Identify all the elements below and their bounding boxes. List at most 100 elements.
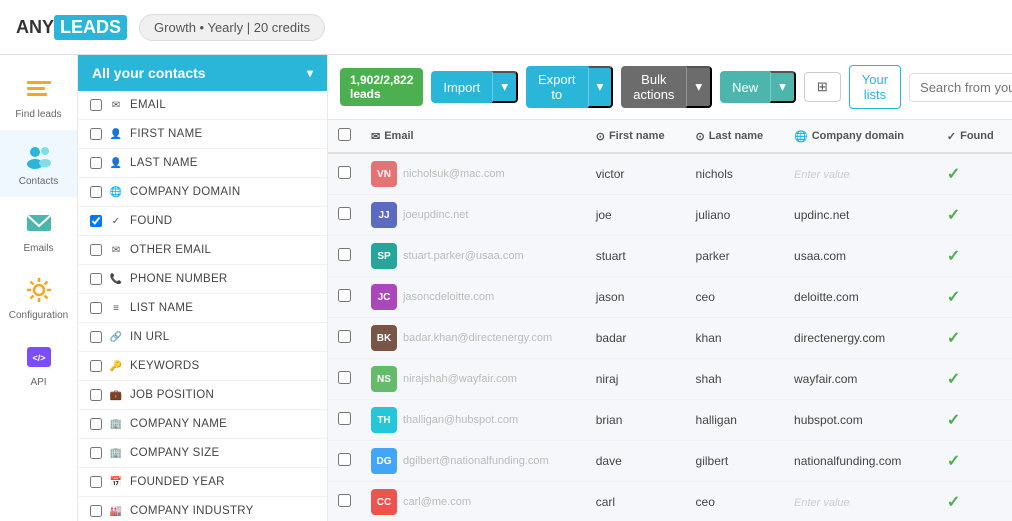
- row-checkbox[interactable]: [338, 494, 351, 507]
- export-dropdown-button[interactable]: ▾: [588, 66, 614, 108]
- table-row: DG dgilbert@nationalfunding.com dave gil…: [328, 441, 1012, 482]
- filter-checkbox-url[interactable]: [90, 331, 102, 343]
- contacts-label: Contacts: [19, 176, 58, 187]
- email-value: badar.khan@directenergy.com: [403, 332, 552, 344]
- leads-count-badge: 1,902/2,822 leads: [340, 68, 423, 106]
- import-button-group: Import ▾: [431, 71, 518, 103]
- found-check: ✓: [947, 166, 960, 183]
- email-value: thalligan@hubspot.com: [403, 414, 518, 426]
- left-nav: Find leads Contacts Emails: [0, 55, 78, 521]
- bulk-dropdown-button[interactable]: ▾: [686, 66, 712, 108]
- row-checkbox[interactable]: [338, 248, 351, 261]
- filter-label-list-name: LIST NAME: [130, 302, 193, 314]
- row-checkbox-cell: [328, 195, 361, 236]
- sidebar-item-api[interactable]: </> API: [0, 331, 77, 398]
- sidebar-filter-phone-number[interactable]: 📞 PHONE NUMBER: [78, 265, 327, 294]
- table-row: CC carl@me.com carl ceo Enter value ✓: [328, 482, 1012, 521]
- filter-icon-other-email: ✉: [108, 242, 124, 258]
- find-leads-label: Find leads: [15, 109, 61, 120]
- filter-checkbox-job-position[interactable]: [90, 389, 102, 401]
- found-cell: ✓: [937, 441, 1012, 482]
- email-value: nicholsuk@mac.com: [403, 168, 505, 180]
- filter-checkbox-company-domain[interactable]: [90, 186, 102, 198]
- sidebar-filter-company-domain[interactable]: 🌐 COMPANY DOMAIN: [78, 178, 327, 207]
- filter-checkbox-founded-year[interactable]: [90, 476, 102, 488]
- api-label: API: [30, 377, 46, 388]
- filter-checkbox-company-name[interactable]: [90, 418, 102, 430]
- sidebar-filter-company-industry[interactable]: 🏭 COMPANY INDUSTRY: [78, 497, 327, 521]
- search-input[interactable]: [909, 73, 1012, 102]
- sidebar-filter-email[interactable]: ✉ EMAIL: [78, 91, 327, 120]
- sidebar-filter-other-email[interactable]: ✉ OTHER EMAIL: [78, 236, 327, 265]
- new-button[interactable]: New: [720, 71, 770, 103]
- filter-checkbox-company-size[interactable]: [90, 447, 102, 459]
- sidebar-item-emails[interactable]: Emails: [0, 197, 77, 264]
- sidebar-filter-company-name[interactable]: 🏢 COMPANY NAME: [78, 410, 327, 439]
- sidebar-filter-first-name[interactable]: 👤 FIRST NAME: [78, 120, 327, 149]
- filter-label-keywords: KEYWORDS: [130, 360, 200, 372]
- filter-label-company-domain: COMPANY DOMAIN: [130, 186, 240, 198]
- filter-icon-job-position: 💼: [108, 387, 124, 403]
- first-name-cell: joe: [586, 195, 686, 236]
- sidebar-item-contacts[interactable]: Contacts: [0, 130, 77, 197]
- filter-checkbox-company-industry[interactable]: [90, 505, 102, 517]
- sidebar-item-find-leads[interactable]: Find leads: [0, 63, 77, 130]
- sidebar-filter-url[interactable]: 🔗 in URL: [78, 323, 327, 352]
- row-checkbox-cell: [328, 441, 361, 482]
- filter-checkbox-list-name[interactable]: [90, 302, 102, 314]
- import-dropdown-button[interactable]: ▾: [492, 71, 518, 103]
- your-lists-button[interactable]: Your lists: [849, 65, 901, 109]
- email-cell: NS nirajshah@wayfair.com: [361, 359, 586, 400]
- first-name-cell: jason: [586, 277, 686, 318]
- found-check: ✓: [947, 248, 960, 265]
- sidebar-header-label: All your contacts: [92, 65, 206, 81]
- view-toggle-button[interactable]: ⊞: [804, 72, 841, 102]
- sidebar-filter-job-position[interactable]: 💼 JOB POSITION: [78, 381, 327, 410]
- company-domain-cell: deloitte.com: [784, 277, 937, 318]
- filter-checkbox-found[interactable]: [90, 215, 102, 227]
- filter-icon-email: ✉: [108, 97, 124, 113]
- avatar: TH: [371, 407, 397, 433]
- select-all-checkbox[interactable]: [338, 128, 351, 141]
- sidebar-filter-found[interactable]: ✓ FOUND: [78, 207, 327, 236]
- row-checkbox-cell: [328, 153, 361, 195]
- row-checkbox[interactable]: [338, 166, 351, 179]
- table-row: NS nirajshah@wayfair.com niraj shah wayf…: [328, 359, 1012, 400]
- new-dropdown-button[interactable]: ▾: [770, 71, 796, 103]
- row-checkbox[interactable]: [338, 289, 351, 302]
- row-checkbox[interactable]: [338, 453, 351, 466]
- company-domain-cell: Enter value: [784, 482, 937, 521]
- filter-checkbox-last-name[interactable]: [90, 157, 102, 169]
- row-checkbox[interactable]: [338, 371, 351, 384]
- row-checkbox-cell: [328, 482, 361, 521]
- filter-checkbox-keywords[interactable]: [90, 360, 102, 372]
- sidebar-item-configuration[interactable]: Configuration: [0, 264, 77, 331]
- email-value: carl@me.com: [403, 496, 471, 508]
- email-cell: DG dgilbert@nationalfunding.com: [361, 441, 586, 482]
- sidebar-filter-company-size[interactable]: 🏢 COMPANY SIZE: [78, 439, 327, 468]
- filter-checkbox-phone-number[interactable]: [90, 273, 102, 285]
- found-check: ✓: [947, 289, 960, 306]
- sidebar-filter-list-name[interactable]: ≡ LIST NAME: [78, 294, 327, 323]
- company-domain-cell: wayfair.com: [784, 359, 937, 400]
- row-checkbox[interactable]: [338, 207, 351, 220]
- contacts-icon: [23, 140, 55, 172]
- row-checkbox-cell: [328, 318, 361, 359]
- filter-checkbox-other-email[interactable]: [90, 244, 102, 256]
- row-checkbox[interactable]: [338, 330, 351, 343]
- table-row: TH thalligan@hubspot.com brian halligan …: [328, 400, 1012, 441]
- bulk-button[interactable]: Bulk actions: [621, 66, 686, 108]
- filter-checkbox-first-name[interactable]: [90, 128, 102, 140]
- filter-label-found: FOUND: [130, 215, 172, 227]
- filter-checkbox-email[interactable]: [90, 99, 102, 111]
- sidebar-filter-keywords[interactable]: 🔑 KEYWORDS: [78, 352, 327, 381]
- export-button[interactable]: Export to: [526, 66, 588, 108]
- row-checkbox[interactable]: [338, 412, 351, 425]
- sidebar-filter-founded-year[interactable]: 📅 FOUNDED YEAR: [78, 468, 327, 497]
- contacts-table-container: ✉ Email ⊙ First name ⊙: [328, 120, 1012, 521]
- import-button[interactable]: Import: [431, 71, 492, 103]
- sidebar-header[interactable]: All your contacts ▾: [78, 55, 327, 91]
- email-header: ✉ Email: [361, 120, 586, 153]
- sidebar-filter-last-name[interactable]: 👤 LAST NAME: [78, 149, 327, 178]
- found-cell: ✓: [937, 277, 1012, 318]
